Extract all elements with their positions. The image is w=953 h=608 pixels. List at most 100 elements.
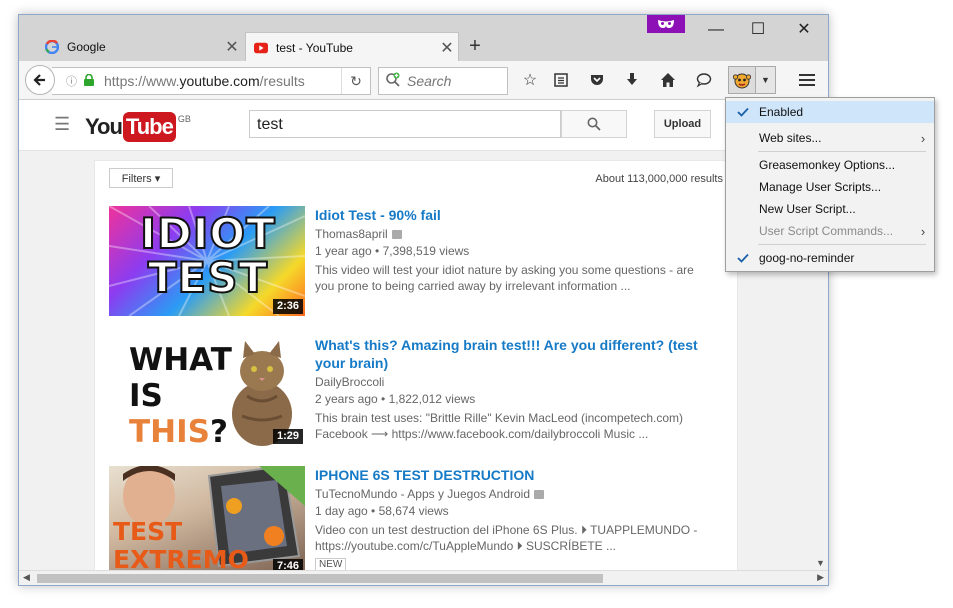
checkmark-icon [726, 107, 759, 117]
menu-item-enabled[interactable]: Enabled [726, 101, 934, 123]
home-icon[interactable] [656, 69, 680, 91]
video-info: IPHONE 6S TEST DESTRUCTION TuTecnoMundo … [315, 466, 715, 570]
reading-list-icon[interactable] [549, 69, 573, 91]
video-description: This video will test your idiot nature b… [315, 263, 694, 293]
search-engine-icon [385, 72, 405, 91]
tab-label: test - YouTube [276, 40, 353, 55]
channel-name[interactable]: Thomas8april [315, 227, 388, 241]
video-thumbnail[interactable]: TEST EXTREMO 7:46 [109, 466, 305, 570]
video-meta: 1 day ago • 58,674 views [315, 504, 449, 518]
upload-button[interactable]: Upload [654, 110, 711, 138]
thumbnail-text: TEST EXTREMO [113, 517, 249, 571]
menu-item-label: User Script Commands... [759, 224, 894, 238]
youtube-search-button[interactable] [561, 110, 627, 138]
video-duration: 2:36 [272, 299, 303, 314]
url-suffix: /results [259, 73, 305, 89]
menu-item-new-script[interactable]: New User Script... [726, 198, 934, 220]
back-arrow-icon [33, 74, 45, 86]
youtube-logo[interactable]: You Tube GB [85, 112, 191, 142]
scroll-down-icon[interactable]: ▼ [816, 558, 825, 568]
private-browsing-icon [647, 15, 685, 33]
chevron-down-icon[interactable]: ▼ [755, 67, 775, 93]
youtube-search-input[interactable]: test [249, 110, 561, 138]
greasemonkey-icon[interactable] [729, 67, 755, 93]
chat-bubble-icon[interactable] [692, 69, 716, 91]
verified-icon [391, 229, 402, 239]
scroll-right-icon[interactable]: ▶ [817, 572, 824, 583]
video-duration: 1:29 [272, 429, 303, 444]
chevron-right-icon: › [920, 130, 926, 146]
greasemonkey-button[interactable]: ▼ [728, 66, 776, 94]
video-info: Idiot Test - 90% fail Thomas8april 1 yea… [315, 206, 715, 294]
menu-hamburger-icon[interactable] [795, 69, 819, 91]
url-domain: youtube.com [179, 73, 260, 89]
info-icon[interactable]: ⓘ [66, 73, 80, 89]
video-description: Video con un test destruction del iPhone… [315, 523, 698, 553]
download-icon[interactable] [620, 69, 644, 91]
logo-tube: Tube [122, 112, 176, 142]
close-window-button[interactable]: ✕ [792, 19, 816, 41]
video-duration: 7:46 [272, 559, 303, 570]
close-icon[interactable]: ✕ [436, 38, 458, 58]
tab-google[interactable]: Google ✕ [37, 33, 243, 61]
results-count: About 113,000,000 results [595, 173, 723, 185]
menu-item-label: goog-no-reminder [759, 251, 855, 265]
chevron-right-icon: › [920, 223, 926, 239]
new-tab-button[interactable]: + [464, 35, 486, 58]
video-thumbnail[interactable]: IDIOT TEST 2:36 [109, 206, 305, 316]
thumbnail-text: THIS [129, 414, 210, 446]
video-title[interactable]: What's this? Amazing brain test!!! Are y… [315, 336, 715, 372]
google-icon [45, 40, 59, 54]
search-icon [587, 117, 601, 131]
menu-item-label: Web sites... [759, 131, 822, 145]
browser-window: Google ✕ test - YouTube ✕ + — ☐ ✕ ⓘ http… [18, 14, 829, 586]
search-input[interactable] [405, 72, 505, 90]
menu-item-options[interactable]: Greasemonkey Options... [726, 154, 934, 176]
logo-region: GB [177, 114, 191, 124]
menu-separator [758, 244, 926, 245]
horizontal-scrollbar[interactable]: ◀ ▶ [19, 570, 828, 585]
maximize-button[interactable]: ☐ [746, 19, 770, 41]
scroll-left-icon[interactable]: ◀ [23, 572, 30, 583]
logo-you: You [85, 114, 123, 139]
search-box[interactable] [378, 67, 508, 95]
verified-icon [534, 489, 545, 499]
video-title[interactable]: Idiot Test - 90% fail [315, 206, 715, 224]
channel-name[interactable]: TuTecnoMundo - Apps y Juegos Android [315, 487, 530, 501]
url-text: https://www.youtube.com/results [104, 73, 341, 89]
menu-item-label: Greasemonkey Options... [759, 158, 896, 172]
menu-item-label: Enabled [759, 105, 804, 119]
youtube-icon [254, 41, 268, 55]
tab-youtube[interactable]: test - YouTube ✕ [245, 32, 459, 62]
title-bar: Google ✕ test - YouTube ✕ + — ☐ ✕ [19, 15, 828, 62]
guide-menu-icon[interactable]: ☰ [54, 114, 70, 135]
reload-icon[interactable]: ↻ [341, 68, 370, 94]
results-panel: Filters ▾ About 113,000,000 results IDIO… [94, 160, 738, 570]
navigation-toolbar: ⓘ https://www.youtube.com/results ↻ ☆ [19, 61, 828, 100]
url-bar[interactable]: ⓘ https://www.youtube.com/results ↻ [52, 67, 371, 95]
menu-separator [758, 151, 926, 152]
video-description: This brain test uses: "Brittle Rille" Ke… [315, 411, 683, 441]
checkmark-icon [726, 253, 759, 263]
youtube-header: ☰ You Tube GB test Upload [19, 100, 828, 151]
close-icon[interactable]: ✕ [221, 37, 243, 57]
video-info: What's this? Amazing brain test!!! Are y… [315, 336, 715, 442]
menu-item-manage-scripts[interactable]: Manage User Scripts... [726, 176, 934, 198]
minimize-button[interactable]: — [704, 19, 728, 41]
pocket-icon[interactable] [585, 69, 609, 91]
tab-label: Google [67, 40, 106, 54]
page-viewport: ☰ You Tube GB test Upload Filters ▾ Abou… [19, 100, 828, 570]
menu-item-script-commands: User Script Commands... › [726, 220, 934, 242]
menu-item-web-sites[interactable]: Web sites... › [726, 127, 934, 149]
filters-button[interactable]: Filters ▾ [109, 168, 173, 188]
url-prefix: https://www. [104, 73, 180, 89]
back-button[interactable] [25, 65, 55, 95]
greasemonkey-menu: Enabled Web sites... › Greasemonkey Opti… [725, 97, 935, 272]
bookmark-star-icon[interactable]: ☆ [518, 69, 542, 91]
video-title[interactable]: IPHONE 6S TEST DESTRUCTION [315, 466, 715, 484]
video-thumbnail[interactable]: WHAT IS THIS? 1:29 [109, 336, 305, 446]
channel-name[interactable]: DailyBroccoli [315, 375, 384, 389]
horizontal-scroll-thumb[interactable] [37, 574, 603, 583]
thumbnail-text: IDIOT TEST [139, 209, 276, 302]
menu-item-script[interactable]: goog-no-reminder [726, 247, 934, 269]
